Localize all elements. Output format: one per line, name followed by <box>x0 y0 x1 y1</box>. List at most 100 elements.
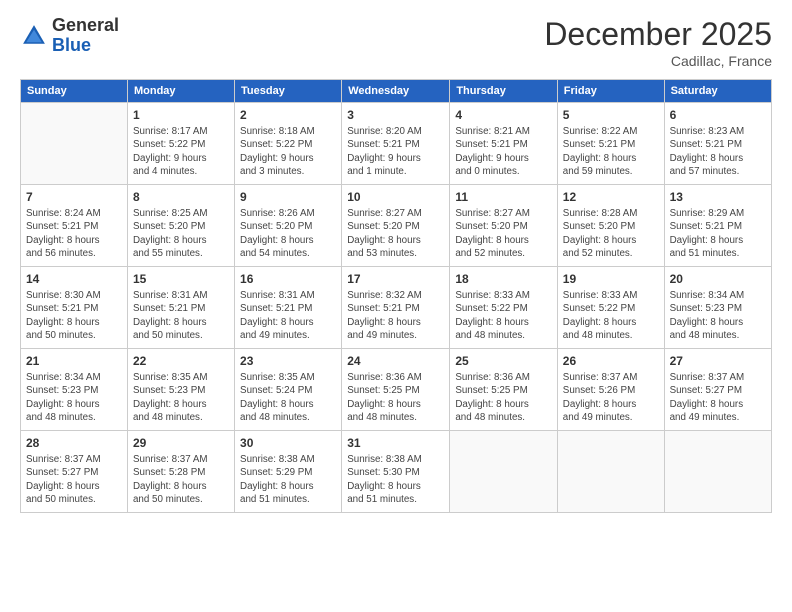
day-cell: 24Sunrise: 8:36 AMSunset: 5:25 PMDayligh… <box>342 349 450 431</box>
month-title: December 2025 <box>544 16 772 53</box>
day-info: Sunrise: 8:26 AMSunset: 5:20 PMDaylight:… <box>240 207 336 260</box>
day-info: Sunrise: 8:35 AMSunset: 5:24 PMDaylight:… <box>240 371 336 424</box>
day-number: 22 <box>133 353 229 369</box>
day-cell <box>664 431 771 513</box>
week-row-1: 7Sunrise: 8:24 AMSunset: 5:21 PMDaylight… <box>21 185 772 267</box>
day-number: 21 <box>26 353 122 369</box>
day-info: Sunrise: 8:38 AMSunset: 5:29 PMDaylight:… <box>240 453 336 506</box>
day-info: Sunrise: 8:33 AMSunset: 5:22 PMDaylight:… <box>563 289 659 342</box>
day-cell: 5 Sunrise: 8:22 AMSunset: 5:21 PMDaylight… <box>557 103 664 185</box>
day-number: 7 <box>26 189 122 205</box>
week-row-4: 28Sunrise: 8:37 AMSunset: 5:27 PMDayligh… <box>21 431 772 513</box>
day-cell: 22 Sunrise: 8:35 AMSunset: 5:23 PMDayligh… <box>127 349 234 431</box>
day-info: Sunrise: 8:34 AMSunset: 5:23 PMDaylight:… <box>26 371 122 424</box>
day-cell: 26 Sunrise: 8:37 AMSunset: 5:26 PMDayligh… <box>557 349 664 431</box>
day-info: Sunrise: 8:32 AMSunset: 5:21 PMDaylight:… <box>347 289 444 342</box>
day-number: 12 <box>563 189 659 205</box>
col-tuesday: Tuesday <box>235 80 342 103</box>
day-cell <box>21 103 128 185</box>
day-cell: 12 Sunrise: 8:28 AMSunset: 5:20 PMDayligh… <box>557 185 664 267</box>
day-info: Sunrise: 8:34 AMSunset: 5:23 PMDaylight:… <box>670 289 766 342</box>
day-number: 27 <box>670 353 766 369</box>
header-row: Sunday Monday Tuesday Wednesday Thursday… <box>21 80 772 103</box>
header: General Blue December 2025 Cadillac, Fra… <box>20 16 772 69</box>
day-number: 3 <box>347 107 444 123</box>
day-number: 8 <box>133 189 229 205</box>
day-cell: 20 Sunrise: 8:34 AMSunset: 5:23 PMDayligh… <box>664 267 771 349</box>
day-info: Sunrise: 8:21 AMSunset: 5:21 PMDaylight:… <box>455 125 551 178</box>
title-block: December 2025 Cadillac, France <box>544 16 772 69</box>
day-cell <box>557 431 664 513</box>
day-number: 10 <box>347 189 444 205</box>
day-cell: 9 Sunrise: 8:26 AMSunset: 5:20 PMDaylight… <box>235 185 342 267</box>
day-info: Sunrise: 8:28 AMSunset: 5:20 PMDaylight:… <box>563 207 659 260</box>
week-row-3: 21 Sunrise: 8:34 AMSunset: 5:23 PMDayligh… <box>21 349 772 431</box>
day-cell: 29 Sunrise: 8:37 AMSunset: 5:28 PMDayligh… <box>127 431 234 513</box>
day-cell: 8 Sunrise: 8:25 AMSunset: 5:20 PMDaylight… <box>127 185 234 267</box>
day-info: Sunrise: 8:25 AMSunset: 5:20 PMDaylight:… <box>133 207 229 260</box>
day-number: 17 <box>347 271 444 287</box>
day-cell <box>450 431 557 513</box>
day-number: 26 <box>563 353 659 369</box>
col-thursday: Thursday <box>450 80 557 103</box>
day-cell: 18 Sunrise: 8:33 AMSunset: 5:22 PMDayligh… <box>450 267 557 349</box>
day-number: 16 <box>240 271 336 287</box>
day-number: 20 <box>670 271 766 287</box>
day-info: Sunrise: 8:37 AMSunset: 5:28 PMDaylight:… <box>133 453 229 506</box>
day-number: 5 <box>563 107 659 123</box>
day-number: 6 <box>670 107 766 123</box>
col-sunday: Sunday <box>21 80 128 103</box>
day-number: 18 <box>455 271 551 287</box>
day-cell: 19 Sunrise: 8:33 AMSunset: 5:22 PMDayligh… <box>557 267 664 349</box>
calendar: Sunday Monday Tuesday Wednesday Thursday… <box>20 79 772 513</box>
day-number: 11 <box>455 189 551 205</box>
day-info: Sunrise: 8:27 AMSunset: 5:20 PMDaylight:… <box>455 207 551 260</box>
col-saturday: Saturday <box>664 80 771 103</box>
calendar-body: 1 Sunrise: 8:17 AMSunset: 5:22 PMDaylight… <box>21 103 772 513</box>
day-cell: 7Sunrise: 8:24 AMSunset: 5:21 PMDaylight… <box>21 185 128 267</box>
page: General Blue December 2025 Cadillac, Fra… <box>0 0 792 612</box>
day-number: 1 <box>133 107 229 123</box>
day-cell: 3 Sunrise: 8:20 AMSunset: 5:21 PMDaylight… <box>342 103 450 185</box>
day-cell: 2Sunrise: 8:18 AMSunset: 5:22 PMDaylight… <box>235 103 342 185</box>
day-info: Sunrise: 8:35 AMSunset: 5:23 PMDaylight:… <box>133 371 229 424</box>
day-number: 9 <box>240 189 336 205</box>
day-info: Sunrise: 8:37 AMSunset: 5:26 PMDaylight:… <box>563 371 659 424</box>
day-info: Sunrise: 8:33 AMSunset: 5:22 PMDaylight:… <box>455 289 551 342</box>
day-info: Sunrise: 8:27 AMSunset: 5:20 PMDaylight:… <box>347 207 444 260</box>
day-info: Sunrise: 8:29 AMSunset: 5:21 PMDaylight:… <box>670 207 766 260</box>
logo: General Blue <box>20 16 119 56</box>
day-cell: 13Sunrise: 8:29 AMSunset: 5:21 PMDayligh… <box>664 185 771 267</box>
day-cell: 30 Sunrise: 8:38 AMSunset: 5:29 PMDayligh… <box>235 431 342 513</box>
day-number: 29 <box>133 435 229 451</box>
day-number: 14 <box>26 271 122 287</box>
day-number: 28 <box>26 435 122 451</box>
day-number: 25 <box>455 353 551 369</box>
day-cell: 23 Sunrise: 8:35 AMSunset: 5:24 PMDayligh… <box>235 349 342 431</box>
day-cell: 25Sunrise: 8:36 AMSunset: 5:25 PMDayligh… <box>450 349 557 431</box>
logo-text: General Blue <box>52 16 119 56</box>
col-wednesday: Wednesday <box>342 80 450 103</box>
day-number: 15 <box>133 271 229 287</box>
col-friday: Friday <box>557 80 664 103</box>
day-number: 31 <box>347 435 444 451</box>
day-info: Sunrise: 8:31 AMSunset: 5:21 PMDaylight:… <box>240 289 336 342</box>
day-number: 19 <box>563 271 659 287</box>
day-cell: 11 Sunrise: 8:27 AMSunset: 5:20 PMDayligh… <box>450 185 557 267</box>
day-cell: 31 Sunrise: 8:38 AMSunset: 5:30 PMDayligh… <box>342 431 450 513</box>
day-number: 23 <box>240 353 336 369</box>
day-info: Sunrise: 8:17 AMSunset: 5:22 PMDaylight:… <box>133 125 229 178</box>
day-info: Sunrise: 8:37 AMSunset: 5:27 PMDaylight:… <box>670 371 766 424</box>
day-number: 30 <box>240 435 336 451</box>
day-info: Sunrise: 8:18 AMSunset: 5:22 PMDaylight:… <box>240 125 336 178</box>
day-cell: 16 Sunrise: 8:31 AMSunset: 5:21 PMDayligh… <box>235 267 342 349</box>
col-monday: Monday <box>127 80 234 103</box>
week-row-2: 14Sunrise: 8:30 AMSunset: 5:21 PMDayligh… <box>21 267 772 349</box>
day-info: Sunrise: 8:38 AMSunset: 5:30 PMDaylight:… <box>347 453 444 506</box>
day-cell: 14Sunrise: 8:30 AMSunset: 5:21 PMDayligh… <box>21 267 128 349</box>
day-info: Sunrise: 8:20 AMSunset: 5:21 PMDaylight:… <box>347 125 444 178</box>
day-cell: 28Sunrise: 8:37 AMSunset: 5:27 PMDayligh… <box>21 431 128 513</box>
day-info: Sunrise: 8:36 AMSunset: 5:25 PMDaylight:… <box>347 371 444 424</box>
day-cell: 17 Sunrise: 8:32 AMSunset: 5:21 PMDayligh… <box>342 267 450 349</box>
day-info: Sunrise: 8:22 AMSunset: 5:21 PMDaylight:… <box>563 125 659 178</box>
